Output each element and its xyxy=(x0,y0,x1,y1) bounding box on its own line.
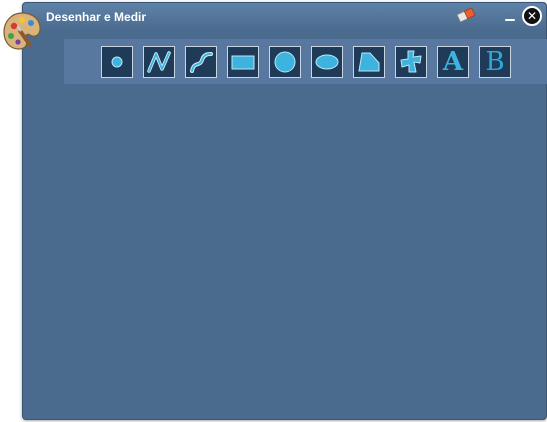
text-icon: B xyxy=(485,47,505,77)
eraser-icon[interactable] xyxy=(456,7,476,23)
circle-icon xyxy=(274,51,296,73)
draw-measure-window: Desenhar e Medir A B xyxy=(22,2,547,420)
polygon-icon xyxy=(358,52,380,72)
palette-icon xyxy=(3,12,41,50)
text-a-tool-button[interactable]: A xyxy=(437,46,469,78)
polygon-tool-button[interactable] xyxy=(353,46,385,78)
polyline-icon xyxy=(147,51,171,73)
freeform-shape-icon xyxy=(400,50,422,73)
close-button[interactable]: ✕ xyxy=(522,6,542,26)
circle-tool-button[interactable] xyxy=(269,46,301,78)
ellipse-icon xyxy=(315,54,339,70)
text-b-tool-button[interactable]: B xyxy=(479,46,511,78)
freeform-tool-button[interactable] xyxy=(395,46,427,78)
ellipse-tool-button[interactable] xyxy=(311,46,343,78)
point-icon xyxy=(111,56,123,68)
polyline-tool-button[interactable] xyxy=(143,46,175,78)
point-tool-button[interactable] xyxy=(101,46,133,78)
curve-icon xyxy=(190,52,213,73)
curve-tool-button[interactable] xyxy=(185,46,217,78)
rectangle-icon xyxy=(231,55,255,70)
drawing-toolbar: A B xyxy=(64,39,547,84)
close-icon: ✕ xyxy=(526,9,538,23)
text-icon: A xyxy=(442,47,464,77)
window-title: Desenhar e Medir xyxy=(46,10,147,24)
minimize-button[interactable] xyxy=(501,10,519,26)
rectangle-tool-button[interactable] xyxy=(227,46,259,78)
